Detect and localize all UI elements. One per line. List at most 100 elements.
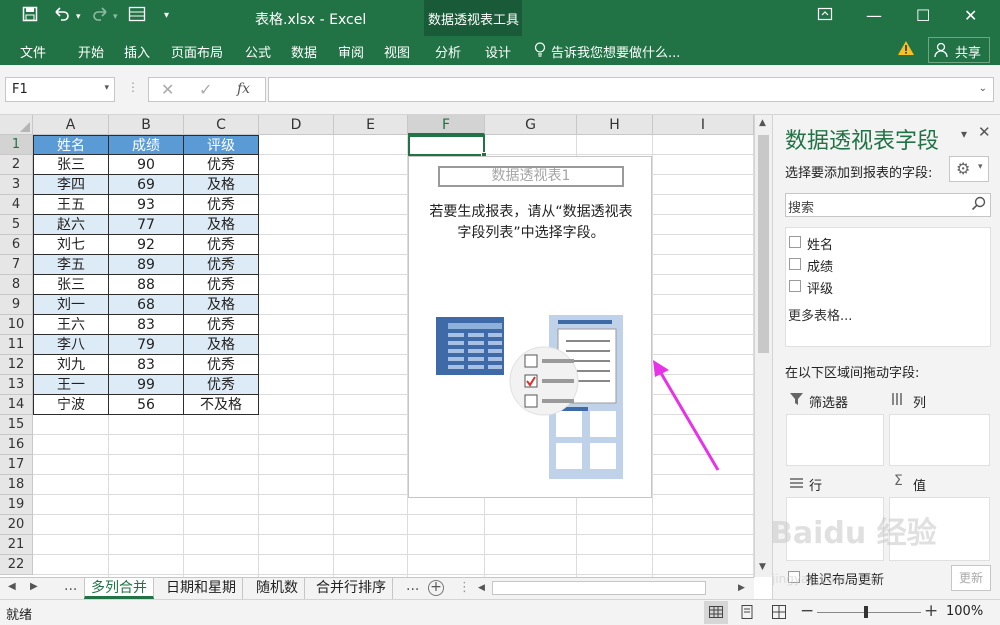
table-cell[interactable]: 宁波 <box>34 395 109 415</box>
update-button[interactable]: 更新 <box>951 565 991 591</box>
table-cell[interactable]: 77 <box>109 215 184 235</box>
table-header-cell[interactable]: 评级 <box>184 136 259 155</box>
tab-insert[interactable]: 插入 <box>124 42 150 61</box>
vertical-scrollbar[interactable]: ▲ ▼ <box>754 115 772 577</box>
column-header-b[interactable]: B <box>109 115 184 135</box>
table-cell[interactable]: 张三 <box>34 155 109 175</box>
rows-drop-area[interactable] <box>786 497 884 561</box>
row-header[interactable]: 7 <box>0 255 33 275</box>
table-header-cell[interactable]: 姓名 <box>34 136 109 155</box>
sheet-tab[interactable]: 合并行排序 <box>310 578 393 599</box>
redo-dropdown-icon[interactable]: ▾ <box>113 12 118 22</box>
search-icon[interactable] <box>971 196 986 215</box>
maximize-icon[interactable]: ☐ <box>916 6 930 25</box>
checkbox[interactable] <box>789 236 801 248</box>
table-header-cell[interactable]: 成绩 <box>109 136 184 155</box>
normal-view-button[interactable] <box>704 601 728 624</box>
table-cell[interactable]: 刘一 <box>34 295 109 315</box>
row-header[interactable]: 14 <box>0 395 33 415</box>
row-header[interactable]: 22 <box>0 555 33 575</box>
cancel-icon[interactable]: ✕ <box>161 80 174 99</box>
field-search-input[interactable]: 搜索 <box>785 193 991 217</box>
table-cell[interactable]: 及格 <box>184 175 259 195</box>
row-header[interactable]: 4 <box>0 195 33 215</box>
tab-split-grip-icon[interactable]: ⋮ <box>458 580 471 595</box>
table-cell[interactable]: 79 <box>109 335 184 355</box>
table-cell[interactable]: 93 <box>109 195 184 215</box>
column-header-g[interactable]: G <box>485 115 577 135</box>
table-cell[interactable]: 优秀 <box>184 375 259 395</box>
row-header[interactable]: 10 <box>0 315 33 335</box>
table-cell[interactable]: 83 <box>109 315 184 335</box>
table-cell[interactable]: 优秀 <box>184 155 259 175</box>
table-cell[interactable]: 王六 <box>34 315 109 335</box>
column-header-a[interactable]: A <box>33 115 109 135</box>
sheet-tab[interactable]: 日期和星期 <box>160 578 243 599</box>
values-drop-area[interactable] <box>889 497 990 561</box>
table-cell[interactable]: 及格 <box>184 215 259 235</box>
undo-icon[interactable] <box>52 6 72 26</box>
pane-settings-button[interactable]: ⚙ ▾ <box>949 156 989 182</box>
undo-dropdown-icon[interactable]: ▾ <box>76 12 81 22</box>
row-header[interactable]: 1 <box>0 135 33 155</box>
checkbox[interactable] <box>789 280 801 292</box>
page-layout-view-icon[interactable] <box>740 605 754 623</box>
table-cell[interactable]: 赵六 <box>34 215 109 235</box>
row-header[interactable]: 20 <box>0 515 33 535</box>
table-cell[interactable]: 90 <box>109 155 184 175</box>
table-cell[interactable]: 王五 <box>34 195 109 215</box>
table-cell[interactable]: 优秀 <box>184 275 259 295</box>
vertical-scroll-thumb[interactable] <box>758 135 769 353</box>
row-header[interactable]: 5 <box>0 215 33 235</box>
defer-update-checkbox[interactable] <box>788 571 800 583</box>
column-header-h[interactable]: H <box>577 115 653 135</box>
table-cell[interactable]: 69 <box>109 175 184 195</box>
table-cell[interactable]: 88 <box>109 275 184 295</box>
tab-formulas[interactable]: 公式 <box>245 42 271 61</box>
row-header[interactable]: 18 <box>0 475 33 495</box>
table-cell[interactable]: 及格 <box>184 295 259 315</box>
row-header[interactable]: 11 <box>0 335 33 355</box>
ribbon-display-icon[interactable] <box>817 6 833 26</box>
more-tables-link[interactable]: 更多表格... <box>788 305 852 324</box>
sheet-tab-active[interactable]: 多列合并 <box>84 578 154 599</box>
select-all-corner[interactable] <box>0 115 33 135</box>
filter-drop-area[interactable] <box>786 414 884 466</box>
warning-icon[interactable] <box>897 40 915 60</box>
tab-page-layout[interactable]: 页面布局 <box>171 42 223 61</box>
row-header[interactable]: 2 <box>0 155 33 175</box>
customize-qat-icon[interactable]: ▾ <box>164 10 169 21</box>
page-break-view-icon[interactable] <box>772 605 786 623</box>
column-header-d[interactable]: D <box>259 115 334 135</box>
checkbox[interactable] <box>789 258 801 270</box>
table-cell[interactable]: 张三 <box>34 275 109 295</box>
row-header[interactable]: 19 <box>0 495 33 515</box>
table-cell[interactable]: 83 <box>109 355 184 375</box>
scroll-up-icon[interactable]: ▲ <box>759 118 766 128</box>
tab-view[interactable]: 视图 <box>384 42 410 61</box>
table-cell[interactable]: 优秀 <box>184 355 259 375</box>
table-cell[interactable]: 及格 <box>184 335 259 355</box>
tab-data[interactable]: 数据 <box>291 42 317 61</box>
prev-sheet-icon[interactable]: ◀ <box>8 581 16 592</box>
redo-icon[interactable] <box>90 6 110 26</box>
minimize-icon[interactable]: — <box>866 6 882 25</box>
add-sheet-icon[interactable]: + <box>428 580 444 596</box>
table-cell[interactable]: 刘七 <box>34 235 109 255</box>
table-cell[interactable]: 不及格 <box>184 395 259 415</box>
table-cell[interactable]: 优秀 <box>184 255 259 275</box>
enter-icon[interactable]: ✓ <box>199 80 212 99</box>
table-cell[interactable]: 89 <box>109 255 184 275</box>
table-cell[interactable]: 优秀 <box>184 315 259 335</box>
zoom-slider-thumb[interactable] <box>864 606 868 618</box>
row-header[interactable]: 17 <box>0 455 33 475</box>
share-button[interactable]: 共享 <box>928 37 990 63</box>
tab-home[interactable]: 开始 <box>78 42 104 61</box>
table-cell[interactable]: 王一 <box>34 375 109 395</box>
close-icon[interactable]: ✕ <box>964 6 977 25</box>
row-header[interactable]: 16 <box>0 435 33 455</box>
tab-review[interactable]: 审阅 <box>338 42 364 61</box>
sheet-tab[interactable]: 随机数 <box>250 578 305 599</box>
zoom-in-icon[interactable]: + <box>924 601 938 621</box>
table-cell[interactable]: 李五 <box>34 255 109 275</box>
